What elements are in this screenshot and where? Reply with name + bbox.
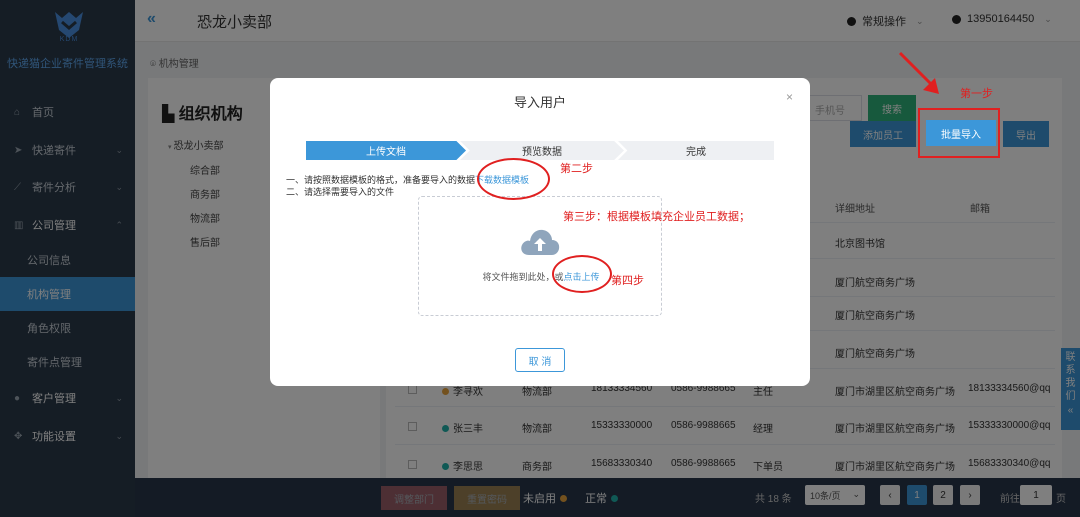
annotation-box bbox=[918, 108, 1000, 158]
annotation-arrow-icon bbox=[898, 51, 939, 94]
dialog-title: 导入用户 bbox=[513, 95, 566, 110]
step-upload: 上传文档 bbox=[306, 141, 466, 160]
annotation-step1: 第一步 bbox=[960, 88, 993, 100]
step-preview: 预览数据 bbox=[460, 141, 624, 160]
cancel-button[interactable]: 取 消 bbox=[515, 348, 565, 372]
cloud-upload-icon bbox=[521, 229, 560, 255]
instruction-1-text: 一、请按照数据模板的格式，准备要导入的数据 bbox=[286, 175, 476, 185]
annotation-step3: 第三步：根据模板填充企业员工数据； bbox=[563, 211, 750, 223]
annotation-circle bbox=[552, 255, 612, 293]
instruction-2: 二、请选择需要导入的文件 bbox=[286, 187, 395, 197]
import-users-dialog: 导入用户 × 上传文档 预览数据 完成 一、请按照数据模板的格式，准备要导入的数… bbox=[270, 78, 810, 386]
step-done: 完成 bbox=[618, 141, 774, 160]
annotation-step4: 第四步 bbox=[611, 275, 644, 287]
annotation-circle bbox=[477, 158, 550, 200]
annotation-step2: 第二步 bbox=[560, 163, 593, 175]
close-icon[interactable]: × bbox=[786, 90, 793, 104]
